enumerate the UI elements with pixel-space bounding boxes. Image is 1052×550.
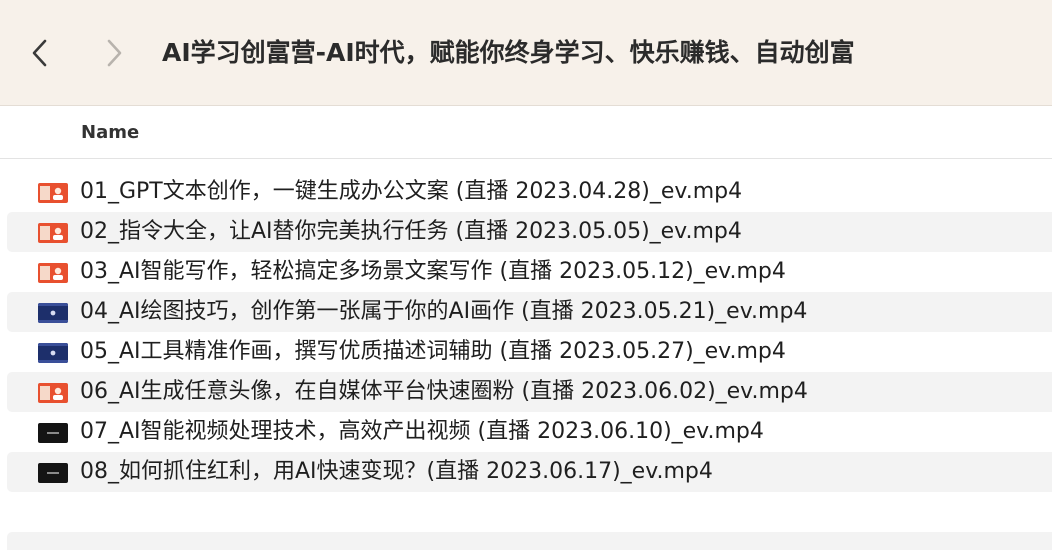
finder-window: AI学习创富营-AI时代，赋能你终身学习、快乐赚钱、自动创富 Name 01_G… <box>0 0 1052 550</box>
column-header: Name <box>0 107 1052 159</box>
file-name: 02_指令大全，让AI替你完美执行任务 (直播 2023.05.05)_ev.m… <box>80 219 742 244</box>
file-name: 04_AI绘图技巧，创作第一张属于你的AI画作 (直播 2023.05.21)_… <box>80 299 808 324</box>
video-thumbnail-icon <box>38 223 68 243</box>
file-row[interactable]: 02_指令大全，让AI替你完美执行任务 (直播 2023.05.05)_ev.m… <box>7 212 1052 252</box>
file-row[interactable]: 01_GPT文本创作，一键生成办公文案 (直播 2023.04.28)_ev.m… <box>7 172 1052 212</box>
toolbar: AI学习创富营-AI时代，赋能你终身学习、快乐赚钱、自动创富 <box>0 0 1052 106</box>
file-row[interactable]: 07_AI智能视频处理技术，高效产出视频 (直播 2023.06.10)_ev.… <box>7 412 1052 452</box>
file-row[interactable]: 05_AI工具精准作画，撰写优质描述词辅助 (直播 2023.05.27)_ev… <box>7 332 1052 372</box>
file-name: 08_如何抓住红利，用AI快速变现？(直播 2023.06.17)_ev.mp4 <box>80 459 713 484</box>
window-title: AI学习创富营-AI时代，赋能你终身学习、快乐赚钱、自动创富 <box>162 38 855 67</box>
back-button[interactable] <box>22 34 58 72</box>
video-thumbnail-icon <box>38 263 68 283</box>
video-thumbnail-icon <box>38 183 68 203</box>
file-name: 01_GPT文本创作，一键生成办公文案 (直播 2023.04.28)_ev.m… <box>80 179 743 204</box>
file-row[interactable]: 08_如何抓住红利，用AI快速变现？(直播 2023.06.17)_ev.mp4 <box>7 452 1052 492</box>
video-thumbnail-icon <box>38 383 68 403</box>
chevron-right-icon <box>107 39 122 67</box>
video-thumbnail-icon <box>38 303 68 323</box>
chevron-left-icon <box>32 39 47 67</box>
video-thumbnail-icon <box>38 343 68 363</box>
empty-row <box>7 532 1052 550</box>
file-name: 06_AI生成任意头像，在自媒体平台快速圈粉 (直播 2023.06.02)_e… <box>80 379 808 404</box>
file-name: 07_AI智能视频处理技术，高效产出视频 (直播 2023.06.10)_ev.… <box>80 419 764 444</box>
forward-button[interactable] <box>96 34 132 72</box>
column-header-name[interactable]: Name <box>81 121 139 145</box>
file-row[interactable]: 04_AI绘图技巧，创作第一张属于你的AI画作 (直播 2023.05.21)_… <box>7 292 1052 332</box>
file-list: 01_GPT文本创作，一键生成办公文案 (直播 2023.04.28)_ev.m… <box>0 172 1052 492</box>
file-row[interactable]: 06_AI生成任意头像，在自媒体平台快速圈粉 (直播 2023.06.02)_e… <box>7 372 1052 412</box>
file-name: 05_AI工具精准作画，撰写优质描述词辅助 (直播 2023.05.27)_ev… <box>80 339 786 364</box>
video-thumbnail-icon <box>38 423 68 443</box>
file-row[interactable]: 03_AI智能写作，轻松搞定多场景文案写作 (直播 2023.05.12)_ev… <box>7 252 1052 292</box>
file-name: 03_AI智能写作，轻松搞定多场景文案写作 (直播 2023.05.12)_ev… <box>80 259 786 284</box>
video-thumbnail-icon <box>38 463 68 483</box>
